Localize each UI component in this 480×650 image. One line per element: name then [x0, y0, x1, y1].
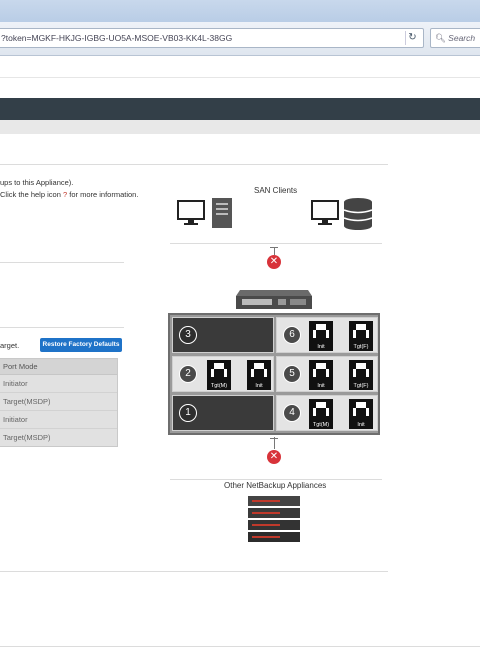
slot-number: 6 [283, 326, 301, 344]
divider [0, 646, 480, 647]
port-icon[interactable]: Tgt(F) [349, 360, 373, 390]
slot-number: 5 [283, 365, 301, 383]
port-icon[interactable]: Init [309, 321, 333, 351]
port-mode-header: Port Mode [0, 359, 117, 375]
url-field[interactable]: ?token=MGKF-HKJG-IGBG-UO5A-MSOE-VB03-KK4… [0, 28, 424, 48]
description-line-2: Click the help icon ? for more informati… [0, 190, 138, 199]
client-storage-icon [311, 198, 373, 230]
description-line-1: ups to this Appliance). [0, 178, 74, 187]
table-row[interactable]: Initiator [0, 411, 117, 429]
search-input[interactable]: 🔍︎ Search [430, 28, 480, 48]
app-header [0, 56, 480, 78]
help-icon[interactable]: ? [63, 190, 67, 199]
browser-toolbar: ?token=MGKF-HKJG-IGBG-UO5A-MSOE-VB03-KK4… [0, 22, 480, 56]
san-clients-label: SAN Clients [254, 186, 298, 195]
table-row[interactable]: Initiator [0, 375, 117, 393]
appliance-icon [236, 290, 312, 309]
slot-4[interactable]: 4 Tgt(M) Init [276, 395, 378, 431]
port-label: Tgt(F) [349, 343, 373, 351]
description-prefix: Click the help icon [0, 190, 61, 199]
app-subheader [0, 78, 480, 98]
slot-number: 1 [179, 404, 197, 422]
search-placeholder: Search [448, 33, 476, 43]
port-icon[interactable]: Init [349, 399, 373, 429]
divider [0, 571, 388, 572]
port-label: Init [309, 382, 333, 390]
port-label: Init [309, 343, 333, 351]
port-label: Tgt(M) [207, 382, 231, 390]
port-label: Tgt(F) [349, 382, 373, 390]
appliance-stack-icon [248, 496, 300, 542]
divider [170, 243, 382, 244]
divider [0, 327, 124, 328]
table-row[interactable]: Target(MSDP) [0, 429, 117, 447]
other-appliances-label: Other NetBackup Appliances [224, 481, 327, 490]
divider [170, 479, 382, 480]
slot-number: 4 [283, 404, 301, 422]
divider [0, 164, 388, 165]
browser-titlebar [0, 0, 480, 22]
slot-5[interactable]: 5 Init Tgt(F) [276, 356, 378, 392]
port-mode-table: Port Mode Initiator Target(MSDP) Initiat… [0, 358, 118, 447]
slot-2[interactable]: 2 Tgt(M) Init [172, 356, 274, 392]
port-label: Init [247, 382, 271, 390]
table-row[interactable]: Target(MSDP) [0, 393, 117, 411]
slot-number: 3 [179, 326, 197, 344]
port-icon[interactable]: Tgt(M) [207, 360, 231, 390]
port-icon[interactable]: Tgt(M) [309, 399, 333, 429]
slot-number: 2 [179, 365, 197, 383]
connector [270, 438, 278, 439]
port-icon[interactable]: Init [247, 360, 271, 390]
reload-icon[interactable]: ↻ [405, 31, 419, 45]
search-icon: 🔍︎ [435, 33, 446, 43]
port-label: Tgt(M) [309, 421, 333, 429]
description-suffix: for more information. [69, 190, 139, 199]
target-text: arget. [0, 341, 20, 350]
connector [274, 247, 275, 255]
restore-factory-defaults-button[interactable]: Restore Factory Defaults [40, 338, 122, 352]
slot-6[interactable]: 6 Init Tgt(F) [276, 317, 378, 353]
sub-nav-band [0, 120, 480, 134]
client-workstation-icon [177, 198, 232, 228]
url-text: ?token=MGKF-HKJG-IGBG-UO5A-MSOE-VB03-KK4… [1, 33, 233, 43]
port-label: Init [349, 421, 373, 429]
nav-bar [0, 98, 480, 120]
slot-1[interactable]: 1 [172, 395, 274, 431]
port-icon[interactable]: Tgt(F) [349, 321, 373, 351]
divider [0, 262, 124, 263]
port-icon[interactable]: Init [309, 360, 333, 390]
appliance-chassis: 3 6 Init Tgt(F) 2 Tgt(M) Init 5 Init Tgt… [168, 313, 380, 435]
disconnected-icon: ✕ [267, 450, 281, 464]
slot-3[interactable]: 3 [172, 317, 274, 353]
disconnected-icon: ✕ [267, 255, 281, 269]
